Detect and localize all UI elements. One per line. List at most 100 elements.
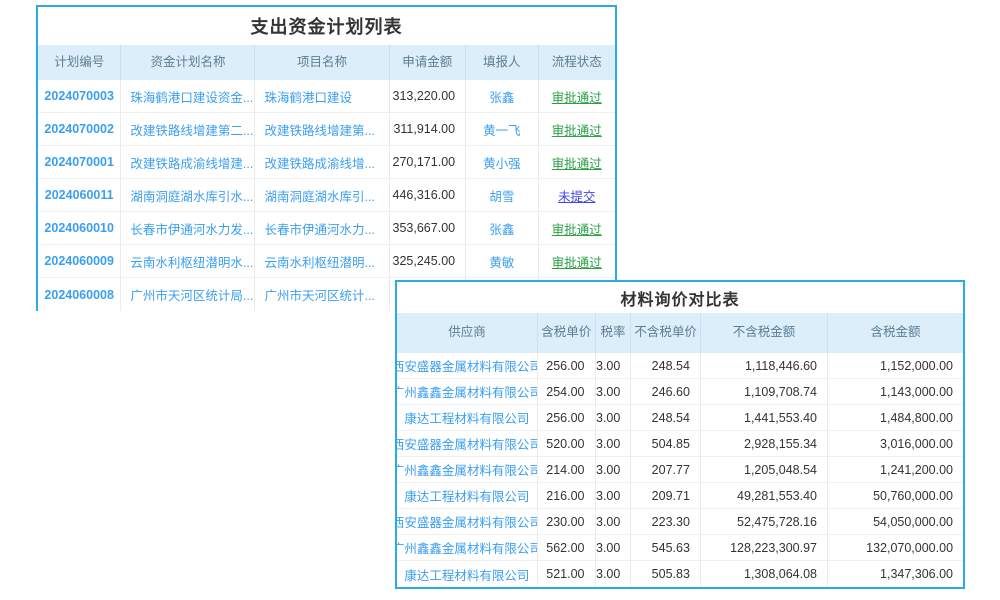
tax-rate-cell: 3.00 xyxy=(596,561,632,587)
tax-excl-price-cell: 246.60 xyxy=(631,379,701,405)
table-row: 2024060010长春市伊通河水力发...长春市伊通河水力...353,667… xyxy=(38,212,615,245)
amount-cell: 325,245.00 xyxy=(390,245,467,278)
amount-cell: 311,914.00 xyxy=(390,113,467,146)
status-link[interactable]: 审批通过 xyxy=(539,113,615,146)
plan-id-link[interactable]: 2024060009 xyxy=(38,245,121,278)
column-header: 含税单价 xyxy=(538,313,596,353)
plan-id-link[interactable]: 2024070001 xyxy=(38,146,121,179)
fund-plan-name-link[interactable]: 湖南洞庭湖水库引水... xyxy=(121,179,255,212)
tax-excl-price-cell: 545.63 xyxy=(631,535,701,561)
fund-plan-name-link[interactable]: 广州市天河区统计局... xyxy=(121,278,255,311)
tax-rate-cell: 3.00 xyxy=(596,379,632,405)
project-name-link[interactable]: 改建铁路成渝线增... xyxy=(255,146,389,179)
tax-incl-price-cell: 562.00 xyxy=(538,535,596,561)
fund-plan-name-link[interactable]: 长春市伊通河水力发... xyxy=(121,212,255,245)
amount-cell: 353,667.00 xyxy=(390,212,467,245)
project-name-link[interactable]: 长春市伊通河水力... xyxy=(255,212,389,245)
tax-incl-amount-cell: 1,484,800.00 xyxy=(828,405,963,431)
tax-excl-amount-cell: 1,118,446.60 xyxy=(701,353,828,379)
plan-id-link[interactable]: 2024070003 xyxy=(38,80,121,113)
material-inquiry-table-header: 供应商含税单价税率不含税单价不含税金额含税金额 xyxy=(397,313,963,353)
tax-rate-cell: 3.00 xyxy=(596,457,632,483)
column-header: 填报人 xyxy=(466,45,539,80)
tax-excl-amount-cell: 2,928,155.34 xyxy=(701,431,828,457)
tax-incl-amount-cell: 1,152,000.00 xyxy=(828,353,963,379)
supplier-link[interactable]: 广州鑫鑫金属材料有限公司 xyxy=(397,535,538,561)
status-link[interactable]: 审批通过 xyxy=(539,80,615,113)
table-row: 广州鑫鑫金属材料有限公司254.003.00246.601,109,708.74… xyxy=(397,379,963,405)
tax-incl-price-cell: 521.00 xyxy=(538,561,596,587)
plan-id-link[interactable]: 2024060010 xyxy=(38,212,121,245)
supplier-link[interactable]: 西安盛器金属材料有限公司 xyxy=(397,431,538,457)
tax-incl-price-cell: 520.00 xyxy=(538,431,596,457)
supplier-link[interactable]: 康达工程材料有限公司 xyxy=(397,405,538,431)
tax-rate-cell: 3.00 xyxy=(596,431,632,457)
supplier-link[interactable]: 康达工程材料有限公司 xyxy=(397,483,538,509)
material-inquiry-table-body: 西安盛器金属材料有限公司256.003.00248.541,118,446.60… xyxy=(397,353,963,587)
reporter-cell: 黄敏 xyxy=(466,245,538,278)
column-header: 项目名称 xyxy=(255,45,389,80)
table-row: 西安盛器金属材料有限公司256.003.00248.541,118,446.60… xyxy=(397,353,963,379)
tax-excl-price-cell: 223.30 xyxy=(631,509,701,535)
plan-id-link[interactable]: 2024070002 xyxy=(38,113,121,146)
table-row: 西安盛器金属材料有限公司520.003.00504.852,928,155.34… xyxy=(397,431,963,457)
tax-incl-price-cell: 256.00 xyxy=(538,353,596,379)
status-link[interactable]: 审批通过 xyxy=(539,212,615,245)
tax-excl-price-cell: 207.77 xyxy=(631,457,701,483)
tax-incl-price-cell: 214.00 xyxy=(538,457,596,483)
fund-plan-name-link[interactable]: 珠海鹤港口建设资金... xyxy=(121,80,255,113)
reporter-cell: 张鑫 xyxy=(466,80,538,113)
tax-rate-cell: 3.00 xyxy=(596,405,632,431)
column-header: 资金计划名称 xyxy=(121,45,255,80)
material-inquiry-table-title: 材料询价对比表 xyxy=(397,282,963,313)
table-row: 2024070002改建铁路线增建第二...改建铁路线增建第...311,914… xyxy=(38,113,615,146)
amount-cell: 270,171.00 xyxy=(390,146,467,179)
fund-plan-name-link[interactable]: 改建铁路线增建第二... xyxy=(121,113,255,146)
tax-incl-amount-cell: 132,070,000.00 xyxy=(828,535,963,561)
plan-id-link[interactable]: 2024060011 xyxy=(38,179,121,212)
supplier-link[interactable]: 西安盛器金属材料有限公司 xyxy=(397,509,538,535)
project-name-link[interactable]: 改建铁路线增建第... xyxy=(255,113,389,146)
tax-excl-amount-cell: 49,281,553.40 xyxy=(701,483,828,509)
tax-excl-amount-cell: 1,441,553.40 xyxy=(701,405,828,431)
status-link[interactable]: 未提交 xyxy=(539,179,615,212)
reporter-cell: 胡雪 xyxy=(466,179,538,212)
amount-cell: 313,220.00 xyxy=(390,80,467,113)
status-link[interactable]: 审批通过 xyxy=(539,245,615,278)
supplier-link[interactable]: 广州鑫鑫金属材料有限公司 xyxy=(397,379,538,405)
table-row: 康达工程材料有限公司256.003.00248.541,441,553.401,… xyxy=(397,405,963,431)
tax-excl-amount-cell: 1,205,048.54 xyxy=(701,457,828,483)
column-header: 流程状态 xyxy=(539,45,615,80)
column-header: 不含税单价 xyxy=(631,313,701,353)
reporter-cell: 张鑫 xyxy=(466,212,538,245)
expenditure-plan-table-title: 支出资金计划列表 xyxy=(38,7,615,45)
reporter-cell: 黄小强 xyxy=(466,146,538,179)
tax-incl-amount-cell: 1,347,306.00 xyxy=(828,561,963,587)
tax-incl-amount-cell: 1,143,000.00 xyxy=(828,379,963,405)
supplier-link[interactable]: 广州鑫鑫金属材料有限公司 xyxy=(397,457,538,483)
table-row: 广州鑫鑫金属材料有限公司562.003.00545.63128,223,300.… xyxy=(397,535,963,561)
supplier-link[interactable]: 西安盛器金属材料有限公司 xyxy=(397,353,538,379)
tax-incl-amount-cell: 50,760,000.00 xyxy=(828,483,963,509)
project-name-link[interactable]: 珠海鹤港口建设 xyxy=(255,80,389,113)
tax-incl-price-cell: 254.00 xyxy=(538,379,596,405)
status-link[interactable]: 审批通过 xyxy=(539,146,615,179)
tax-rate-cell: 3.00 xyxy=(596,483,632,509)
plan-id-link[interactable]: 2024060008 xyxy=(38,278,121,311)
column-header: 计划编号 xyxy=(38,45,121,80)
tax-rate-cell: 3.00 xyxy=(596,535,632,561)
table-row: 2024070001改建铁路成渝线增建...改建铁路成渝线增...270,171… xyxy=(38,146,615,179)
table-row: 西安盛器金属材料有限公司230.003.00223.3052,475,728.1… xyxy=(397,509,963,535)
fund-plan-name-link[interactable]: 云南水利枢纽潜明水... xyxy=(121,245,255,278)
tax-incl-amount-cell: 54,050,000.00 xyxy=(828,509,963,535)
tax-rate-cell: 3.00 xyxy=(596,353,632,379)
supplier-link[interactable]: 康达工程材料有限公司 xyxy=(397,561,538,587)
tax-rate-cell: 3.00 xyxy=(596,509,632,535)
table-row: 2024070003珠海鹤港口建设资金...珠海鹤港口建设313,220.00张… xyxy=(38,80,615,113)
tax-incl-amount-cell: 3,016,000.00 xyxy=(828,431,963,457)
project-name-link[interactable]: 湖南洞庭湖水库引... xyxy=(255,179,389,212)
fund-plan-name-link[interactable]: 改建铁路成渝线增建... xyxy=(121,146,255,179)
tax-excl-amount-cell: 1,308,064.08 xyxy=(701,561,828,587)
project-name-link[interactable]: 云南水利枢纽潜明... xyxy=(255,245,389,278)
project-name-link[interactable]: 广州市天河区统计... xyxy=(255,278,389,311)
